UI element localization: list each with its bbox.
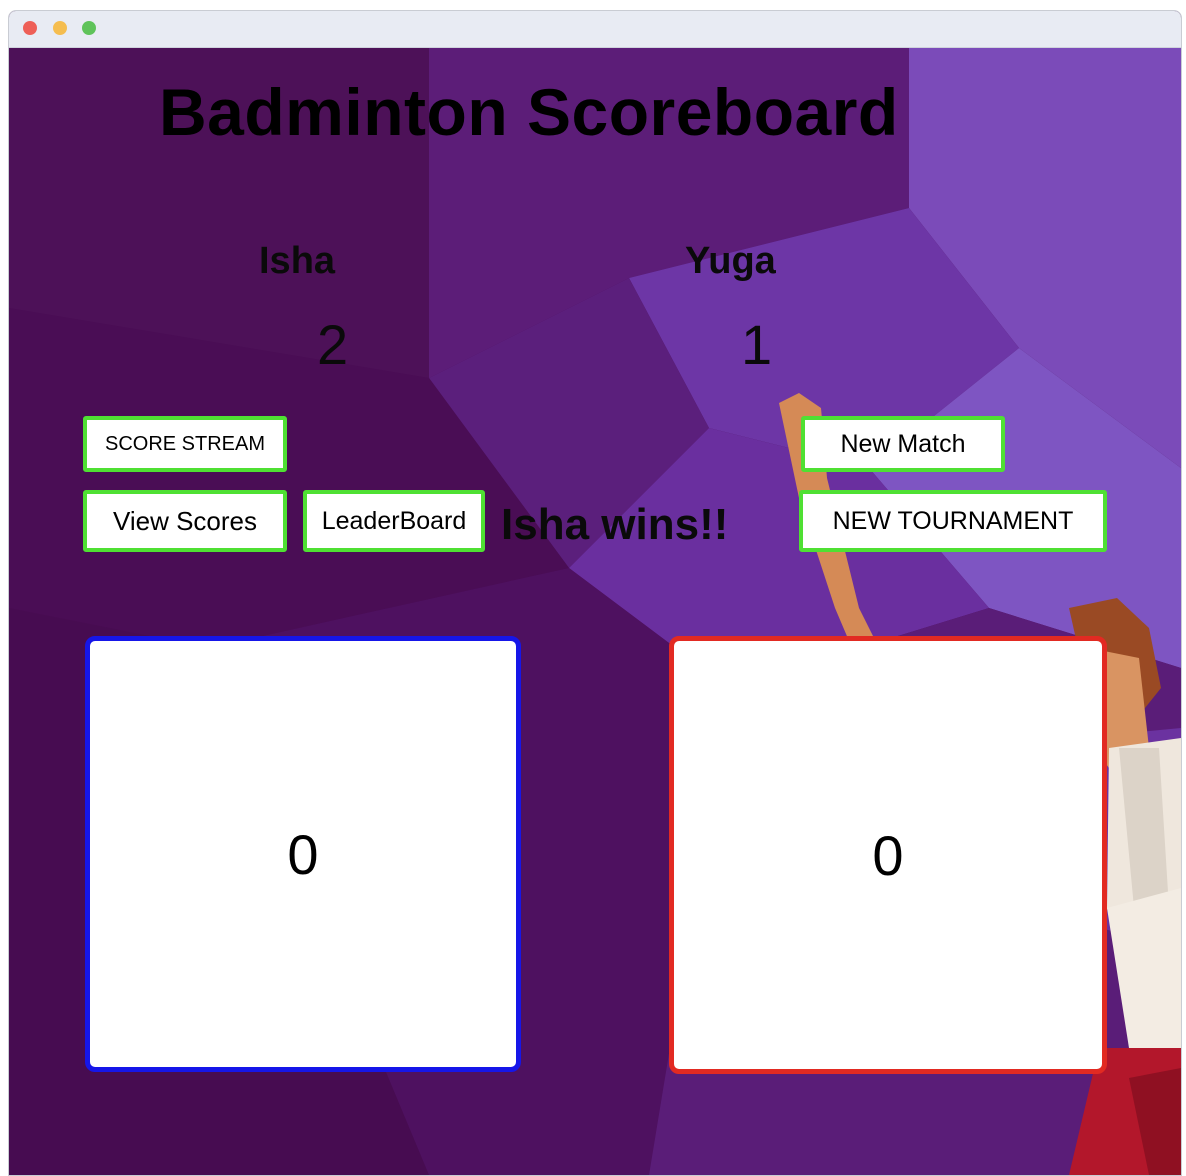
new-match-button[interactable]: New Match	[801, 416, 1005, 472]
player-one-name: Isha	[259, 240, 336, 282]
view-scores-button[interactable]: View Scores	[83, 490, 287, 552]
player-one-games-score: 2	[317, 313, 349, 376]
score-stream-button[interactable]: SCORE STREAM	[83, 416, 287, 472]
zoom-dot-icon[interactable]	[82, 21, 96, 35]
window-titlebar	[9, 11, 1181, 48]
page-title: Badminton Scoreboard	[159, 75, 899, 149]
player-one-point-panel[interactable]: 0	[85, 636, 521, 1072]
close-dot-icon[interactable]	[23, 21, 37, 35]
winner-message: Isha wins!!	[501, 500, 729, 549]
leaderboard-button[interactable]: LeaderBoard	[303, 490, 485, 552]
new-tournament-button[interactable]: NEW TOURNAMENT	[799, 490, 1107, 552]
player-two-name: Yuga	[685, 240, 776, 282]
app-window: Badminton Scoreboard Isha Yuga 2 1 SCORE…	[8, 10, 1182, 1176]
player-one-points: 0	[287, 822, 319, 886]
player-two-games-score: 1	[741, 313, 773, 376]
player-two-point-panel[interactable]: 0	[669, 636, 1107, 1074]
scoreboard-stage: Badminton Scoreboard Isha Yuga 2 1 SCORE…	[9, 48, 1181, 1175]
minimize-dot-icon[interactable]	[53, 21, 67, 35]
player-two-points: 0	[872, 823, 904, 887]
